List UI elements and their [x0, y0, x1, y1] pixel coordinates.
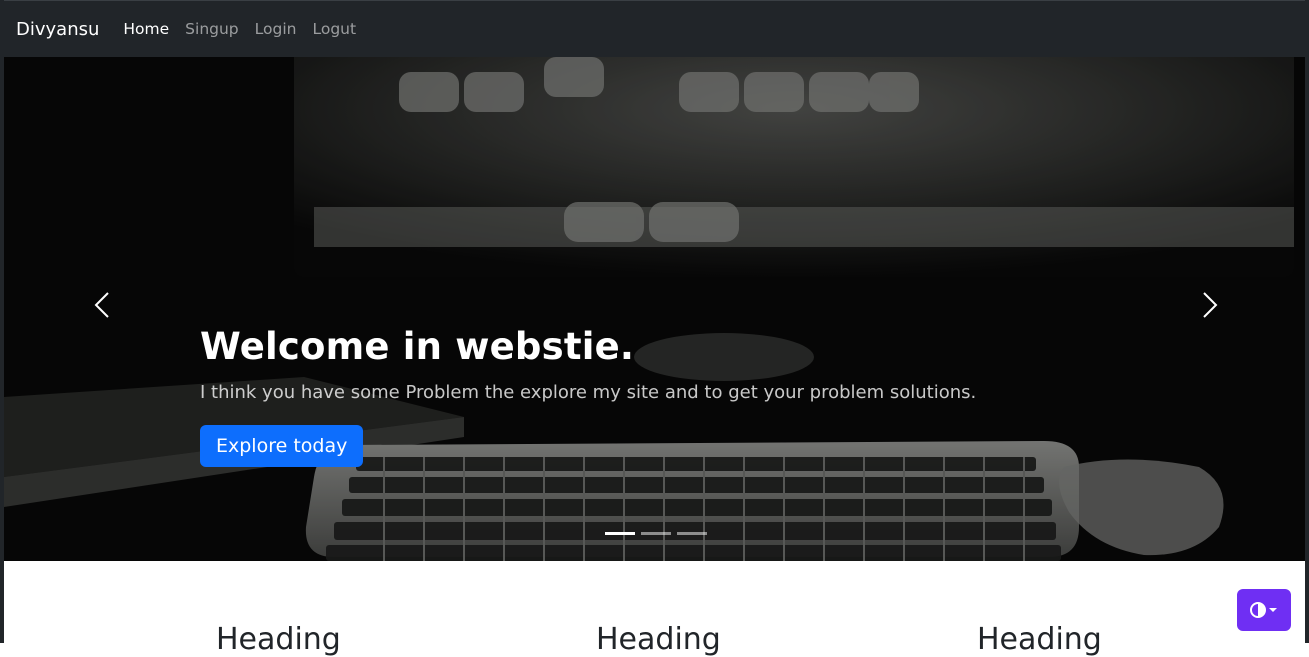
hero-background-image	[4, 57, 1306, 561]
column-heading-3: Heading	[977, 622, 1102, 657]
carousel-prev-button[interactable]	[88, 289, 118, 321]
navbar: Divyansu Home Singup Login Logut	[0, 0, 1309, 57]
nav-link-login[interactable]: Login	[255, 20, 297, 38]
carousel-indicator-3[interactable]	[677, 532, 707, 535]
brand-logo[interactable]: Divyansu	[16, 19, 99, 40]
nav-link-signup[interactable]: Singup	[185, 20, 238, 38]
chevron-left-icon	[94, 292, 109, 318]
carousel-indicator-1[interactable]	[605, 532, 635, 535]
caret-down-icon	[1269, 608, 1277, 612]
carousel-caption: Welcome in webstie. I think you have som…	[200, 325, 976, 467]
theme-toggle-button[interactable]	[1237, 589, 1291, 631]
carousel-text: I think you have some Problem the explor…	[200, 382, 977, 403]
carousel-next-button[interactable]	[1194, 289, 1224, 321]
column-heading-2: Heading	[596, 622, 721, 657]
nav-link-home[interactable]: Home	[123, 20, 169, 38]
column-heading-1: Heading	[216, 622, 341, 657]
carousel-indicators	[605, 532, 707, 535]
chevron-right-icon	[1203, 292, 1218, 318]
contrast-icon	[1250, 602, 1277, 618]
carousel-title: Welcome in webstie.	[200, 325, 635, 368]
nav-link-logout[interactable]: Logut	[312, 20, 356, 38]
hero-carousel: Welcome in webstie. I think you have som…	[4, 57, 1306, 561]
explore-today-button[interactable]: Explore today	[200, 425, 364, 467]
carousel-indicator-2[interactable]	[641, 532, 671, 535]
